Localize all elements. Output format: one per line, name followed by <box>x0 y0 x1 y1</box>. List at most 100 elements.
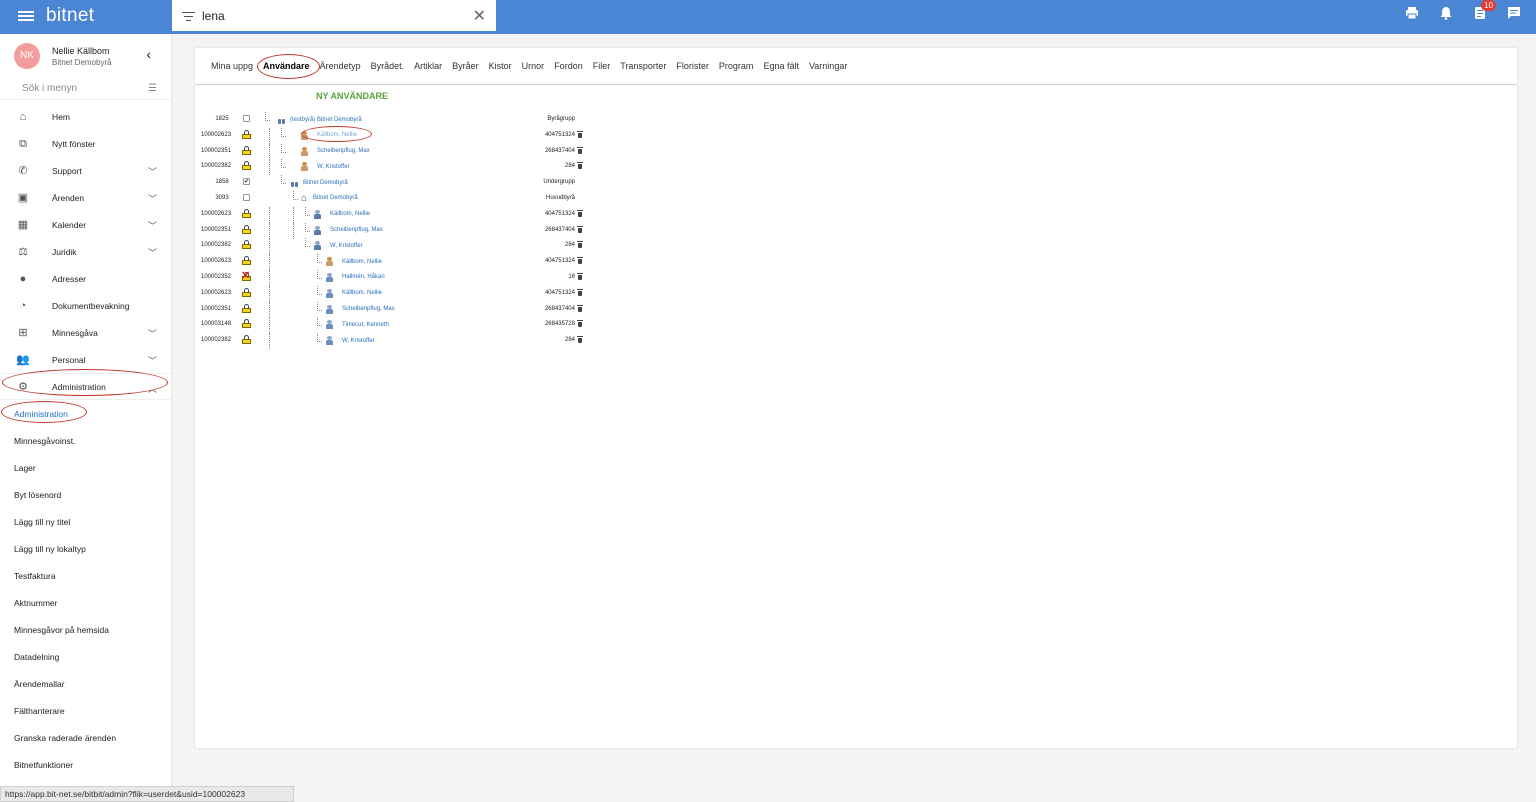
search-input[interactable] <box>202 8 473 23</box>
tab-mina-uppg[interactable]: Mina uppg <box>211 61 253 71</box>
trash-icon[interactable] <box>577 209 583 217</box>
trash-icon[interactable] <box>577 272 583 280</box>
tab-filer[interactable]: Filer <box>593 61 611 71</box>
lock-icon[interactable] <box>242 129 251 139</box>
chevron-down-icon[interactable]: ﹀ <box>148 192 157 205</box>
tab-kistor[interactable]: Kistor <box>489 61 512 71</box>
chevron-down-icon[interactable]: ﹀ <box>148 246 157 259</box>
sidebar-item-minnesgava[interactable]: ⊞ Minnesgåva ﹀ <box>0 319 171 346</box>
tree-node-link[interactable]: W, Kristoffer <box>325 336 375 346</box>
tab-fordon[interactable]: Fordon <box>554 61 583 71</box>
tree-node-link[interactable]: Källbom, Nellie <box>325 288 382 298</box>
subitem-lagg-till-ny-lokaltyp[interactable]: Lägg till ny lokaltyp <box>0 535 171 562</box>
chevron-down-icon[interactable]: ﹀ <box>148 219 157 232</box>
tab-varningar[interactable]: Varningar <box>809 61 847 71</box>
subitem-datadelning[interactable]: Datadelning <box>0 643 171 670</box>
collapse-sidebar-icon[interactable]: ‹ <box>146 46 151 62</box>
chat-icon[interactable] <box>1506 6 1522 22</box>
trash-icon[interactable] <box>577 288 583 296</box>
trash-icon[interactable] <box>577 162 583 170</box>
row-checkbox[interactable] <box>243 115 250 122</box>
sidebar-item-nytt-fonster[interactable]: ⧉ Nytt fönster <box>0 130 171 157</box>
sidebar-item-support[interactable]: ✆ Support ﹀ <box>0 157 171 184</box>
lock-icon[interactable] <box>242 303 251 313</box>
chevron-down-icon[interactable]: ﹀ <box>148 165 157 178</box>
subitem-falthanterare[interactable]: Fälthanterare <box>0 697 171 724</box>
sidebar-item-personal[interactable]: 👥 Personal ﹀ <box>0 346 171 373</box>
sidebar-item-hem[interactable]: ⌂ Hem <box>0 103 171 130</box>
subitem-minnesgavoinst[interactable]: Minnesgåvoinst. <box>0 427 171 454</box>
tree-node-link[interactable]: Scheibenpflug, Max <box>300 146 370 156</box>
lock-icon[interactable] <box>242 287 251 297</box>
row-checkbox[interactable]: ✔ <box>243 178 250 186</box>
tree-node-link[interactable]: ⌂ Bitnet Demobyrå <box>301 193 358 203</box>
chevron-down-icon[interactable]: ﹀ <box>148 327 157 340</box>
blocked-lock-icon[interactable] <box>241 269 251 282</box>
subitem-aktnummer[interactable]: Aktnummer <box>0 589 171 616</box>
new-user-link[interactable]: NY ANVÄNDARE <box>316 91 388 101</box>
trash-icon[interactable] <box>577 304 583 312</box>
trash-icon[interactable] <box>577 130 583 138</box>
app-logo[interactable]: bitnet <box>46 5 94 27</box>
tree-node-link[interactable]: Timecut, Kenneth <box>325 320 389 330</box>
tab-anvandare[interactable]: Användare <box>263 61 310 71</box>
lock-icon[interactable] <box>242 208 251 218</box>
subitem-byt-losenord[interactable]: Byt lösenord <box>0 481 171 508</box>
trash-icon[interactable] <box>577 320 583 328</box>
trash-icon[interactable] <box>577 241 583 249</box>
tree-node-link[interactable]: (testbyrå) Bitnet Demobyrå <box>278 115 362 124</box>
tree-node-link[interactable]: Hallmén, Håkan <box>325 272 385 282</box>
tab-artiklar[interactable]: Artiklar <box>414 61 442 71</box>
chevron-down-icon[interactable]: ﹀ <box>148 354 157 367</box>
subitem-administration[interactable]: Administration <box>0 400 171 427</box>
trash-icon[interactable] <box>577 336 583 344</box>
clear-search-icon[interactable]: ✕ <box>473 6 486 26</box>
subitem-lager[interactable]: Lager <box>0 454 171 481</box>
print-icon[interactable] <box>1404 6 1420 22</box>
sidebar-item-juridik[interactable]: ⚖ Juridik ﹀ <box>0 238 171 265</box>
subitem-minnesgavor-pa-hemsida[interactable]: Minnesgåvor på hemsida <box>0 616 171 643</box>
tab-florister[interactable]: Florister <box>676 61 709 71</box>
subitem-arendemallar[interactable]: Ärendemallar <box>0 670 171 697</box>
subitem-testfaktura[interactable]: Testfaktura <box>0 562 171 589</box>
row-checkbox[interactable] <box>243 193 250 201</box>
sidebar-item-kalender[interactable]: ▦ Kalender ﹀ <box>0 211 171 238</box>
tab-program[interactable]: Program <box>719 61 754 71</box>
tab-byraer[interactable]: Byråer <box>452 61 479 71</box>
tree-node-link[interactable]: Källbom, Nellie <box>325 257 382 267</box>
lock-icon[interactable] <box>242 224 251 234</box>
tree-node-link[interactable]: Källbom, Nellie <box>300 130 357 140</box>
subitem-lagg-till-ny-titel[interactable]: Lägg till ny titel <box>0 508 171 535</box>
lock-icon[interactable] <box>242 319 251 329</box>
lock-icon[interactable] <box>242 161 251 171</box>
bell-icon[interactable] <box>1438 6 1454 22</box>
lock-icon[interactable] <box>242 145 251 155</box>
tree-node-link[interactable]: W, Kristoffer <box>313 241 363 251</box>
list-icon[interactable]: ☰ <box>148 83 157 94</box>
lock-icon[interactable] <box>242 256 251 266</box>
trash-icon[interactable] <box>577 146 583 154</box>
tab-byradet[interactable]: Byrådet. <box>371 61 405 71</box>
tab-arendetyp[interactable]: Ärendetyp <box>320 61 361 71</box>
tree-node-link[interactable]: Scheibenpflug, Max <box>325 304 395 314</box>
tab-egna-falt[interactable]: Egna fält <box>763 61 799 71</box>
subitem-bitnetfunktioner[interactable]: Bitnetfunktioner <box>0 751 171 778</box>
hamburger-menu-icon[interactable] <box>18 9 36 23</box>
sidebar-item-adresser[interactable]: ● Adresser <box>0 265 171 292</box>
tab-transporter[interactable]: Transporter <box>620 61 666 71</box>
sidebar-item-dokumentbevakning[interactable]: ◔ Dokumentbevakning <box>0 292 171 319</box>
lock-icon[interactable] <box>242 335 251 345</box>
tree-node-link[interactable]: Källbom, Nellie <box>313 209 370 219</box>
sidebar-item-administration[interactable]: ⚙ Administration ︿ <box>0 373 171 400</box>
tree-node-link[interactable]: Bitnet Demobyrå <box>291 178 348 188</box>
trash-icon[interactable] <box>577 257 583 265</box>
sidebar-item-arenden[interactable]: ▣ Ärenden ﹀ <box>0 184 171 211</box>
task-list-icon[interactable]: 10 <box>1472 0 1496 22</box>
menu-search[interactable]: Sök i menyn ☰ <box>0 78 171 100</box>
tree-node-link[interactable]: W, Kristoffer <box>300 162 350 172</box>
chevron-up-icon[interactable]: ︿ <box>148 382 157 395</box>
subitem-granska-raderade-arenden[interactable]: Granska raderade ärenden <box>0 724 171 751</box>
tab-urnor[interactable]: Urnor <box>522 61 545 71</box>
trash-icon[interactable] <box>577 225 583 233</box>
lock-icon[interactable] <box>242 240 251 250</box>
